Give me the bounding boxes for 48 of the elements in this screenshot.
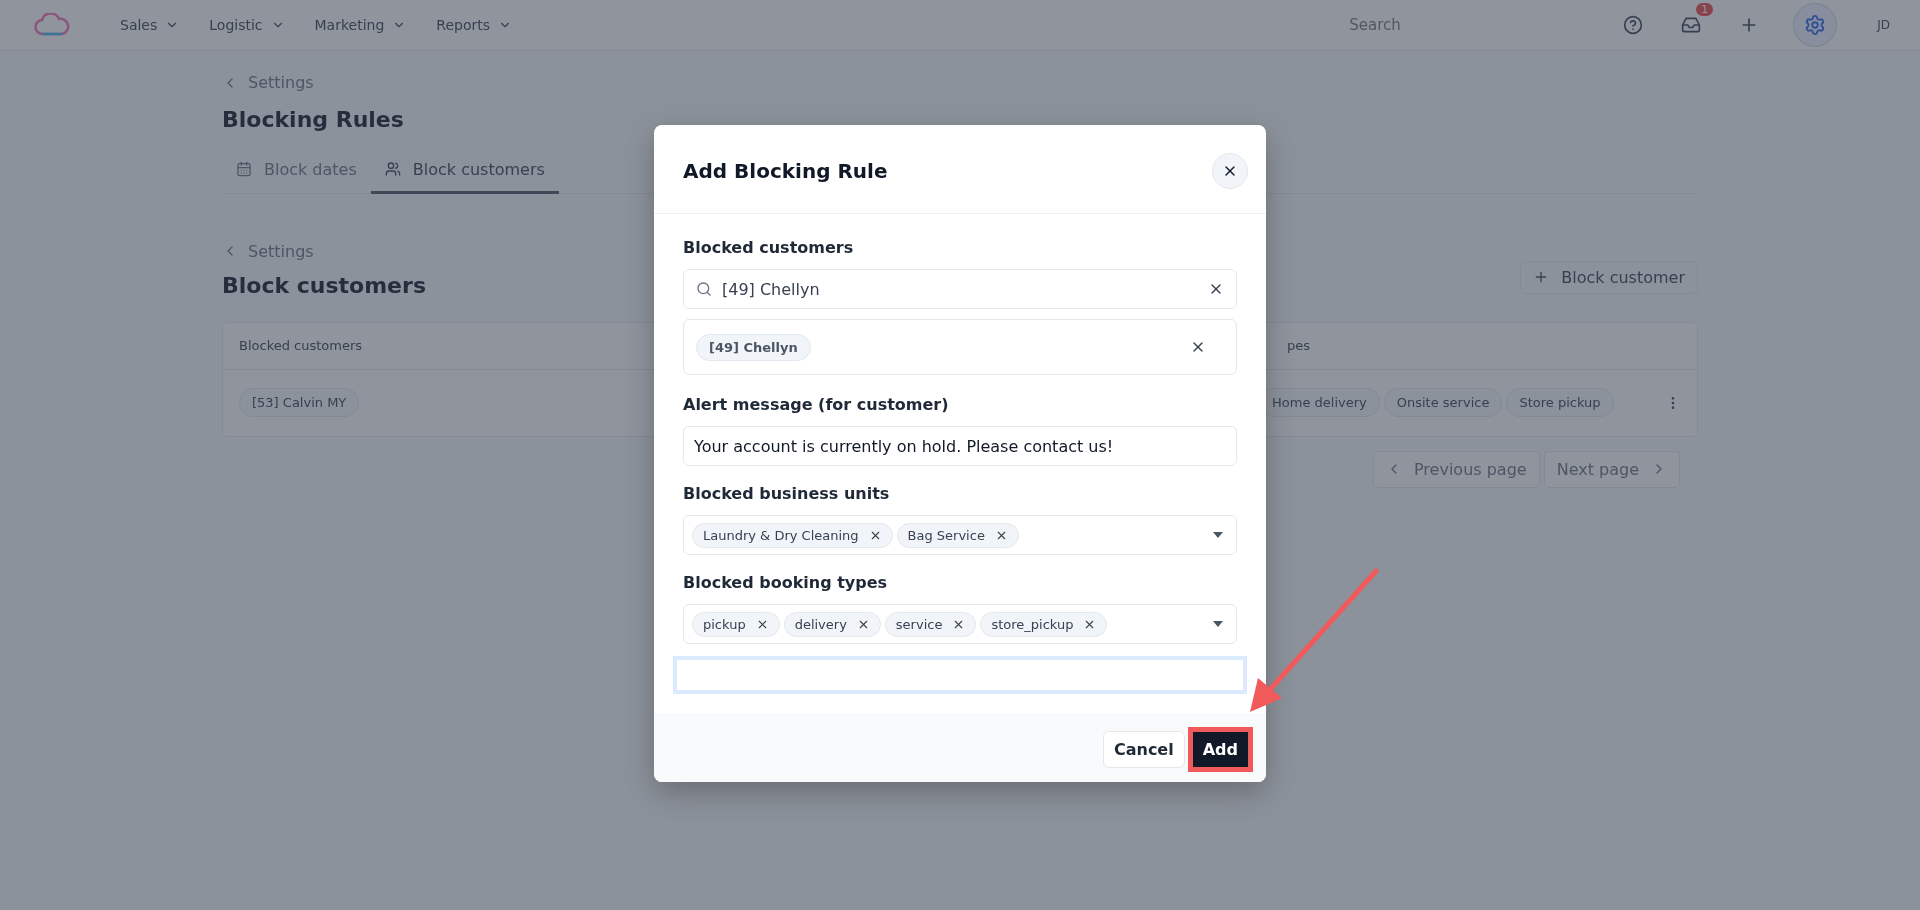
gear-icon	[1804, 14, 1827, 36]
field-label: Alert message (for customer)	[683, 395, 950, 414]
business-units-select[interactable]: Laundry & Dry Cleaning Bag Service	[683, 515, 1237, 555]
settings-button[interactable]	[1793, 3, 1838, 47]
previous-page-button[interactable]: Previous page	[1373, 450, 1540, 488]
cancel-button[interactable]: Cancel	[1102, 731, 1185, 768]
people-icon	[384, 161, 401, 177]
column-header: pes	[1286, 338, 1311, 353]
nav-menu-item[interactable]: Sales	[120, 17, 180, 33]
dropdown-caret-icon[interactable]	[1213, 621, 1223, 627]
booking-type-tag: store_pickup	[980, 611, 1108, 637]
dialog-title: Add Blocking Rule	[683, 159, 888, 183]
booking-type-tag: pickup	[692, 611, 780, 637]
customer-search-field[interactable]: [49] Chellyn	[722, 279, 1198, 299]
tab[interactable]: Block customers	[370, 149, 559, 194]
search-icon	[696, 281, 712, 297]
notification-count: 1	[1696, 3, 1714, 16]
tab[interactable]: Block dates	[222, 149, 371, 194]
customer-chip: [53] Calvin MY	[239, 388, 360, 417]
customer-chip: [49] Chellyn	[696, 333, 811, 361]
user-initials[interactable]: JD	[1877, 18, 1890, 32]
booking-type-tag: delivery	[783, 611, 881, 637]
close-button[interactable]	[1212, 153, 1248, 189]
section-title: Block customers	[222, 272, 426, 298]
column-header: Blocked customers	[239, 338, 363, 353]
block-customer-button[interactable]: Block customer	[1520, 260, 1698, 294]
customer-search-box[interactable]: [49] Chellyn	[683, 269, 1237, 309]
booking-type-chip: Store pickup	[1506, 388, 1614, 417]
dropdown-caret-icon[interactable]	[1213, 532, 1223, 538]
nav-menu-item[interactable]: Marketing	[314, 17, 407, 33]
booking-type-chip: Onsite service	[1383, 388, 1503, 417]
back-link[interactable]: Settings	[222, 73, 314, 92]
nav-menu-item[interactable]: Logistic	[209, 17, 285, 33]
back-link[interactable]: Settings	[222, 241, 426, 261]
search-field[interactable]: Search	[1349, 16, 1544, 34]
field-label: Blocked customers	[683, 238, 855, 257]
business-unit-tag: Laundry & Dry Cleaning	[692, 522, 893, 548]
page-title: Blocking Rules	[222, 106, 405, 132]
booking-type-tag: service	[884, 611, 977, 637]
business-unit-tag: Bag Service	[896, 522, 1019, 548]
calendar-icon	[236, 161, 252, 177]
next-page-button[interactable]: Next page	[1543, 450, 1680, 488]
nav-menu-item[interactable]: Reports	[436, 17, 512, 33]
alert-message-field[interactable]: Your account is currently on hold. Please contact us!	[683, 426, 1237, 466]
input-field[interactable]	[673, 656, 1247, 694]
field-label: Blocked business units	[683, 484, 891, 503]
field-label: Blocked booking types	[683, 573, 889, 592]
booking-types-select[interactable]: pickup delivery service store_pickup	[683, 604, 1237, 644]
